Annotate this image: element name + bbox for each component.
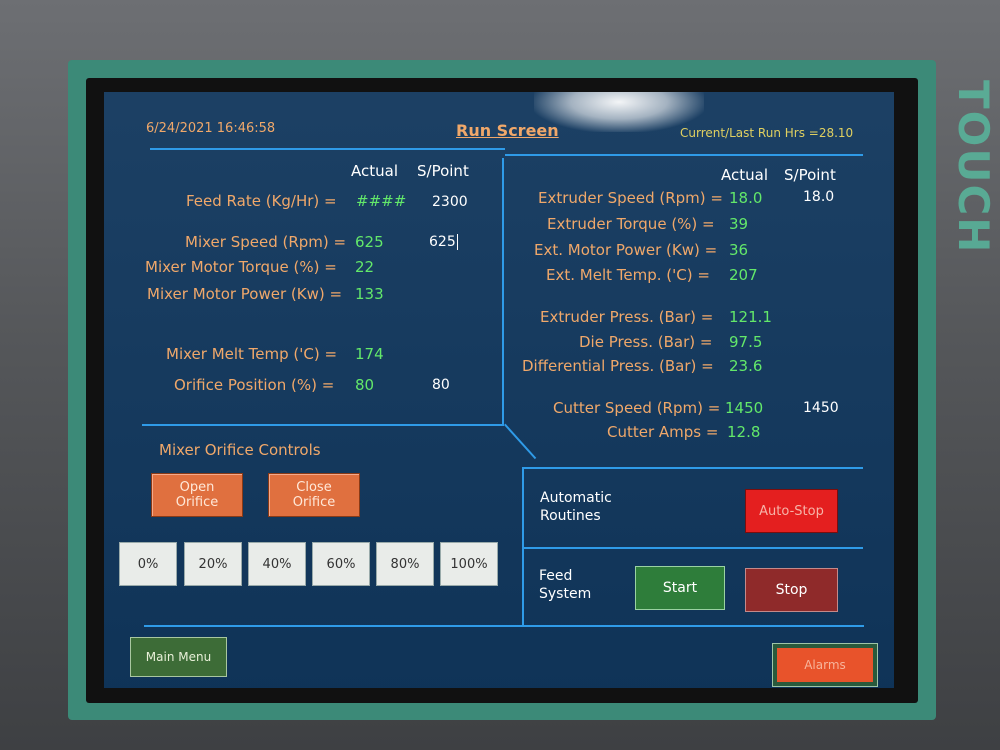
cutter-speed-label: Cutter Speed (Rpm) = bbox=[553, 399, 721, 417]
divider bbox=[142, 424, 504, 426]
start-button[interactable]: Start bbox=[635, 566, 725, 610]
close-orifice-button[interactable]: Close Orifice bbox=[268, 473, 360, 517]
auto-stop-button[interactable]: Auto-Stop bbox=[745, 489, 838, 533]
differential-press-actual: 23.6 bbox=[729, 357, 763, 375]
differential-press-label: Differential Press. (Bar) = bbox=[522, 357, 714, 375]
cutter-amps-label: Cutter Amps = bbox=[607, 423, 719, 441]
mixer-speed-setpoint[interactable]: 625 bbox=[429, 234, 458, 250]
ext-motor-power-label: Ext. Motor Power (Kw) = bbox=[534, 241, 718, 259]
extruder-speed-setpoint[interactable]: 18.0 bbox=[803, 189, 834, 205]
preset-100-button[interactable]: 100% bbox=[440, 542, 498, 586]
feed-rate-label: Feed Rate (Kg/Hr) = bbox=[186, 192, 337, 210]
screen-glare bbox=[534, 92, 704, 132]
die-press-actual: 97.5 bbox=[729, 333, 763, 351]
divider bbox=[144, 625, 864, 627]
extruder-press-actual: 121.1 bbox=[729, 308, 772, 326]
right-setpoint-header: S/Point bbox=[784, 166, 836, 184]
cutter-speed-actual: 1450 bbox=[725, 399, 764, 417]
cutter-speed-setpoint[interactable]: 1450 bbox=[803, 400, 839, 416]
page-title: Run Screen bbox=[456, 121, 559, 140]
left-actual-header: Actual bbox=[351, 162, 398, 180]
automatic-routines-label: Automatic Routines bbox=[540, 490, 612, 524]
mixer-speed-label: Mixer Speed (Rpm) = bbox=[185, 233, 347, 251]
divider bbox=[505, 154, 863, 156]
divider bbox=[524, 467, 863, 469]
cutter-amps-actual: 12.8 bbox=[727, 423, 761, 441]
extruder-speed-actual: 18.0 bbox=[729, 189, 763, 207]
run-screen: 6/24/2021 16:46:58 Run Screen Current/La… bbox=[104, 92, 894, 688]
feed-system-label: Feed System bbox=[539, 568, 592, 602]
feed-rate-setpoint[interactable]: 2300 bbox=[432, 194, 468, 210]
hmi-device: TOUCH 6/24/2021 16:46:58 Run Screen Curr… bbox=[0, 0, 1000, 750]
extruder-speed-label: Extruder Speed (Rpm) = bbox=[538, 189, 723, 207]
extruder-torque-actual: 39 bbox=[729, 215, 749, 233]
divider bbox=[502, 158, 504, 426]
left-setpoint-header: S/Point bbox=[417, 162, 469, 180]
right-actual-header: Actual bbox=[721, 166, 768, 184]
main-menu-button[interactable]: Main Menu bbox=[130, 637, 227, 677]
ext-motor-power-actual: 36 bbox=[729, 241, 749, 259]
brand-logo: TOUCH bbox=[949, 80, 998, 255]
preset-80-button[interactable]: 80% bbox=[376, 542, 434, 586]
mixer-melt-temp-actual: 174 bbox=[355, 345, 384, 363]
preset-0-button[interactable]: 0% bbox=[119, 542, 177, 586]
run-hours-value: 28.10 bbox=[818, 126, 854, 140]
mixer-melt-temp-label: Mixer Melt Temp ('C) = bbox=[166, 345, 338, 363]
ext-melt-temp-actual: 207 bbox=[729, 266, 758, 284]
preset-20-button[interactable]: 20% bbox=[184, 542, 242, 586]
open-orifice-button[interactable]: Open Orifice bbox=[151, 473, 243, 517]
divider bbox=[524, 547, 863, 549]
alarms-button-label: Alarms bbox=[777, 648, 873, 682]
stop-button[interactable]: Stop bbox=[745, 568, 838, 612]
die-press-label: Die Press. (Bar) = bbox=[579, 333, 713, 351]
mixer-power-actual: 133 bbox=[355, 285, 384, 303]
mixer-torque-actual: 22 bbox=[355, 258, 375, 276]
orifice-position-label: Orifice Position (%) = bbox=[174, 376, 335, 394]
alarms-button[interactable]: Alarms bbox=[772, 643, 878, 687]
divider bbox=[150, 148, 505, 150]
datetime: 6/24/2021 16:46:58 bbox=[146, 121, 276, 136]
extruder-press-label: Extruder Press. (Bar) = bbox=[540, 308, 714, 326]
preset-40-button[interactable]: 40% bbox=[248, 542, 306, 586]
extruder-torque-label: Extruder Torque (%) = bbox=[547, 215, 715, 233]
divider bbox=[504, 423, 537, 460]
orifice-position-actual: 80 bbox=[355, 376, 375, 394]
run-hours: Current/Last Run Hrs =28.10 bbox=[680, 126, 853, 140]
mixer-power-label: Mixer Motor Power (Kw) = bbox=[147, 285, 343, 303]
mixer-speed-actual: 625 bbox=[355, 233, 384, 251]
orifice-controls-title: Mixer Orifice Controls bbox=[159, 441, 321, 459]
orifice-position-setpoint[interactable]: 80 bbox=[432, 377, 450, 393]
feed-rate-actual: #### bbox=[356, 192, 407, 210]
mixer-torque-label: Mixer Motor Torque (%) = bbox=[145, 258, 337, 276]
ext-melt-temp-label: Ext. Melt Temp. ('C) = bbox=[546, 266, 710, 284]
run-hours-label: Current/Last Run Hrs = bbox=[680, 126, 819, 140]
preset-60-button[interactable]: 60% bbox=[312, 542, 370, 586]
